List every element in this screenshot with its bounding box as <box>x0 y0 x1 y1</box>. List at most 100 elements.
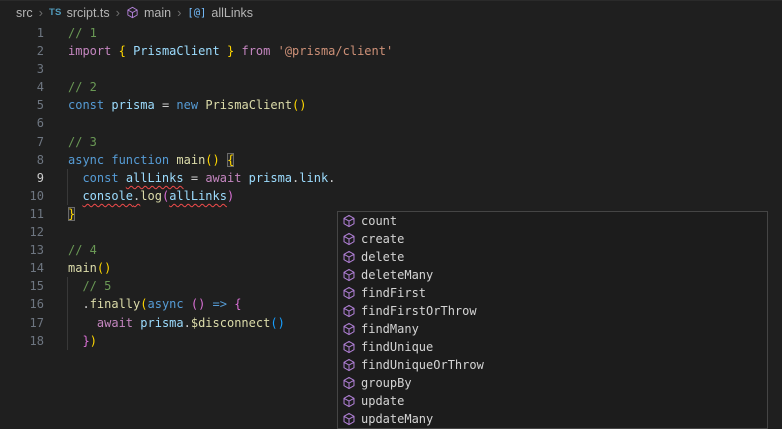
line-number[interactable]: 13 <box>0 241 44 259</box>
symbol-method-icon <box>342 358 356 372</box>
code-token <box>205 297 212 311</box>
code-token: . <box>328 171 335 185</box>
line-number[interactable]: 7 <box>0 133 44 151</box>
code-line-content[interactable]: } <box>68 205 75 223</box>
typescript-icon: TS <box>49 7 62 18</box>
code-line-content[interactable]: }) <box>68 332 97 350</box>
symbol-method-icon <box>342 322 356 336</box>
code-token: = <box>191 171 198 185</box>
code-token: new <box>176 98 198 112</box>
breadcrumb-item-srcipt.ts[interactable]: TSsrcipt.ts <box>49 6 110 20</box>
suggestion-item-updateMany[interactable]: updateMany <box>338 410 767 428</box>
line-number[interactable]: 8 <box>0 151 44 169</box>
breadcrumb-item-label: src <box>16 6 33 20</box>
symbol-method-icon <box>342 214 356 228</box>
suggestion-label: updateMany <box>361 412 433 426</box>
code-token: () <box>97 261 111 275</box>
symbol-method-icon <box>126 6 139 19</box>
code-line-content[interactable]: // 4 <box>68 241 97 259</box>
code-token <box>68 334 82 348</box>
symbol-method-icon <box>342 268 356 282</box>
code-token: . <box>82 297 89 311</box>
breadcrumb: src›TSsrcipt.ts›main›[@]allLinks <box>0 0 782 24</box>
suggestion-item-findFirstOrThrow[interactable]: findFirstOrThrow <box>338 302 767 320</box>
line-number[interactable]: 6 <box>0 114 44 132</box>
code-token: // 4 <box>68 243 97 257</box>
line-number[interactable]: 15 <box>0 277 44 295</box>
symbol-method-icon <box>342 232 356 246</box>
symbol-method-icon <box>342 286 356 300</box>
line-number[interactable]: 17 <box>0 314 44 332</box>
code-token: allLinks <box>126 171 184 185</box>
suggestion-item-deleteMany[interactable]: deleteMany <box>338 266 767 284</box>
suggestion-item-findFirst[interactable]: findFirst <box>338 284 767 302</box>
code-token <box>184 297 191 311</box>
code-line: 9 const allLinks = await prisma.link. <box>0 169 782 187</box>
code-line-content[interactable]: const prisma = new PrismaClient() <box>68 96 307 114</box>
breadcrumb-item-label: main <box>144 6 171 20</box>
line-number[interactable]: 16 <box>0 295 44 313</box>
code-editor: 1 // 1 2 import { PrismaClient } from '@pri… <box>0 24 782 423</box>
line-number[interactable]: 18 <box>0 332 44 350</box>
suggestion-label: update <box>361 394 404 408</box>
suggestion-item-findUnique[interactable]: findUnique <box>338 338 767 356</box>
code-token: => <box>213 297 227 311</box>
line-number[interactable]: 11 <box>0 205 44 223</box>
symbol-method-icon <box>342 394 356 408</box>
code-line-content[interactable]: // 5 <box>68 277 111 295</box>
line-number[interactable]: 10 <box>0 187 44 205</box>
code-line: 10 console.log(allLinks) <box>0 187 782 205</box>
suggestion-item-create[interactable]: create <box>338 230 767 248</box>
code-line: 6 <box>0 114 782 132</box>
breadcrumb-item-allLinks[interactable]: [@]allLinks <box>187 6 253 20</box>
suggestion-item-update[interactable]: update <box>338 392 767 410</box>
line-number[interactable]: 1 <box>0 24 44 42</box>
code-line-content[interactable]: async function main() { <box>68 151 234 169</box>
code-token <box>126 44 133 58</box>
code-line-content[interactable]: // 1 <box>68 24 97 42</box>
code-token: main <box>176 153 205 167</box>
code-token: const <box>68 98 104 112</box>
suggestion-label: findFirstOrThrow <box>361 304 477 318</box>
line-number[interactable]: 2 <box>0 42 44 60</box>
line-number[interactable]: 9 <box>0 169 44 187</box>
line-number[interactable]: 12 <box>0 223 44 241</box>
suggestion-item-groupBy[interactable]: groupBy <box>338 374 767 392</box>
code-line-content[interactable]: console.log(allLinks) <box>68 187 234 205</box>
code-token: await <box>97 316 133 330</box>
code-token <box>155 98 162 112</box>
code-token: ( <box>140 297 147 311</box>
code-token: from <box>241 44 270 58</box>
line-number[interactable]: 4 <box>0 78 44 96</box>
code-line-content[interactable]: const allLinks = await prisma.link. <box>68 169 335 187</box>
code-token: PrismaClient <box>133 44 220 58</box>
suggestion-label: count <box>361 214 397 228</box>
code-token: await <box>205 171 241 185</box>
suggest-widget: count createdeletedeleteManyfindFirst find… <box>337 211 768 429</box>
line-number[interactable]: 3 <box>0 60 44 78</box>
suggestion-item-delete[interactable]: delete <box>338 248 767 266</box>
suggestion-item-findMany[interactable]: findMany <box>338 320 767 338</box>
code-line-content[interactable]: await prisma.$disconnect() <box>68 314 285 332</box>
suggestion-item-count[interactable]: count <box>338 212 767 230</box>
code-line-content[interactable]: main() <box>68 259 111 277</box>
breadcrumb-separator-icon: › <box>116 5 120 20</box>
breadcrumb-item-label: allLinks <box>211 6 253 20</box>
code-token: { <box>227 153 234 167</box>
suggestion-label: findUniqueOrThrow <box>361 358 484 372</box>
line-number[interactable]: 5 <box>0 96 44 114</box>
code-token <box>241 171 248 185</box>
code-line-content[interactable]: // 2 <box>68 78 97 96</box>
code-token <box>220 44 227 58</box>
suggestion-item-findUniqueOrThrow[interactable]: findUniqueOrThrow <box>338 356 767 374</box>
code-line-content[interactable]: import { PrismaClient } from '@prisma/cl… <box>68 42 393 60</box>
code-token: // 1 <box>68 26 97 40</box>
code-line-content[interactable]: // 3 <box>68 133 97 151</box>
line-number[interactable]: 14 <box>0 259 44 277</box>
code-token: prisma <box>140 316 183 330</box>
breadcrumb-item-main[interactable]: main <box>126 6 171 20</box>
code-line-content[interactable]: .finally(async () => { <box>68 295 241 313</box>
vscode-editor-window: { "breadcrumb": { "separator": "›", "ite… <box>0 0 782 423</box>
breadcrumb-item-src[interactable]: src <box>16 6 33 20</box>
code-token: main <box>68 261 97 275</box>
